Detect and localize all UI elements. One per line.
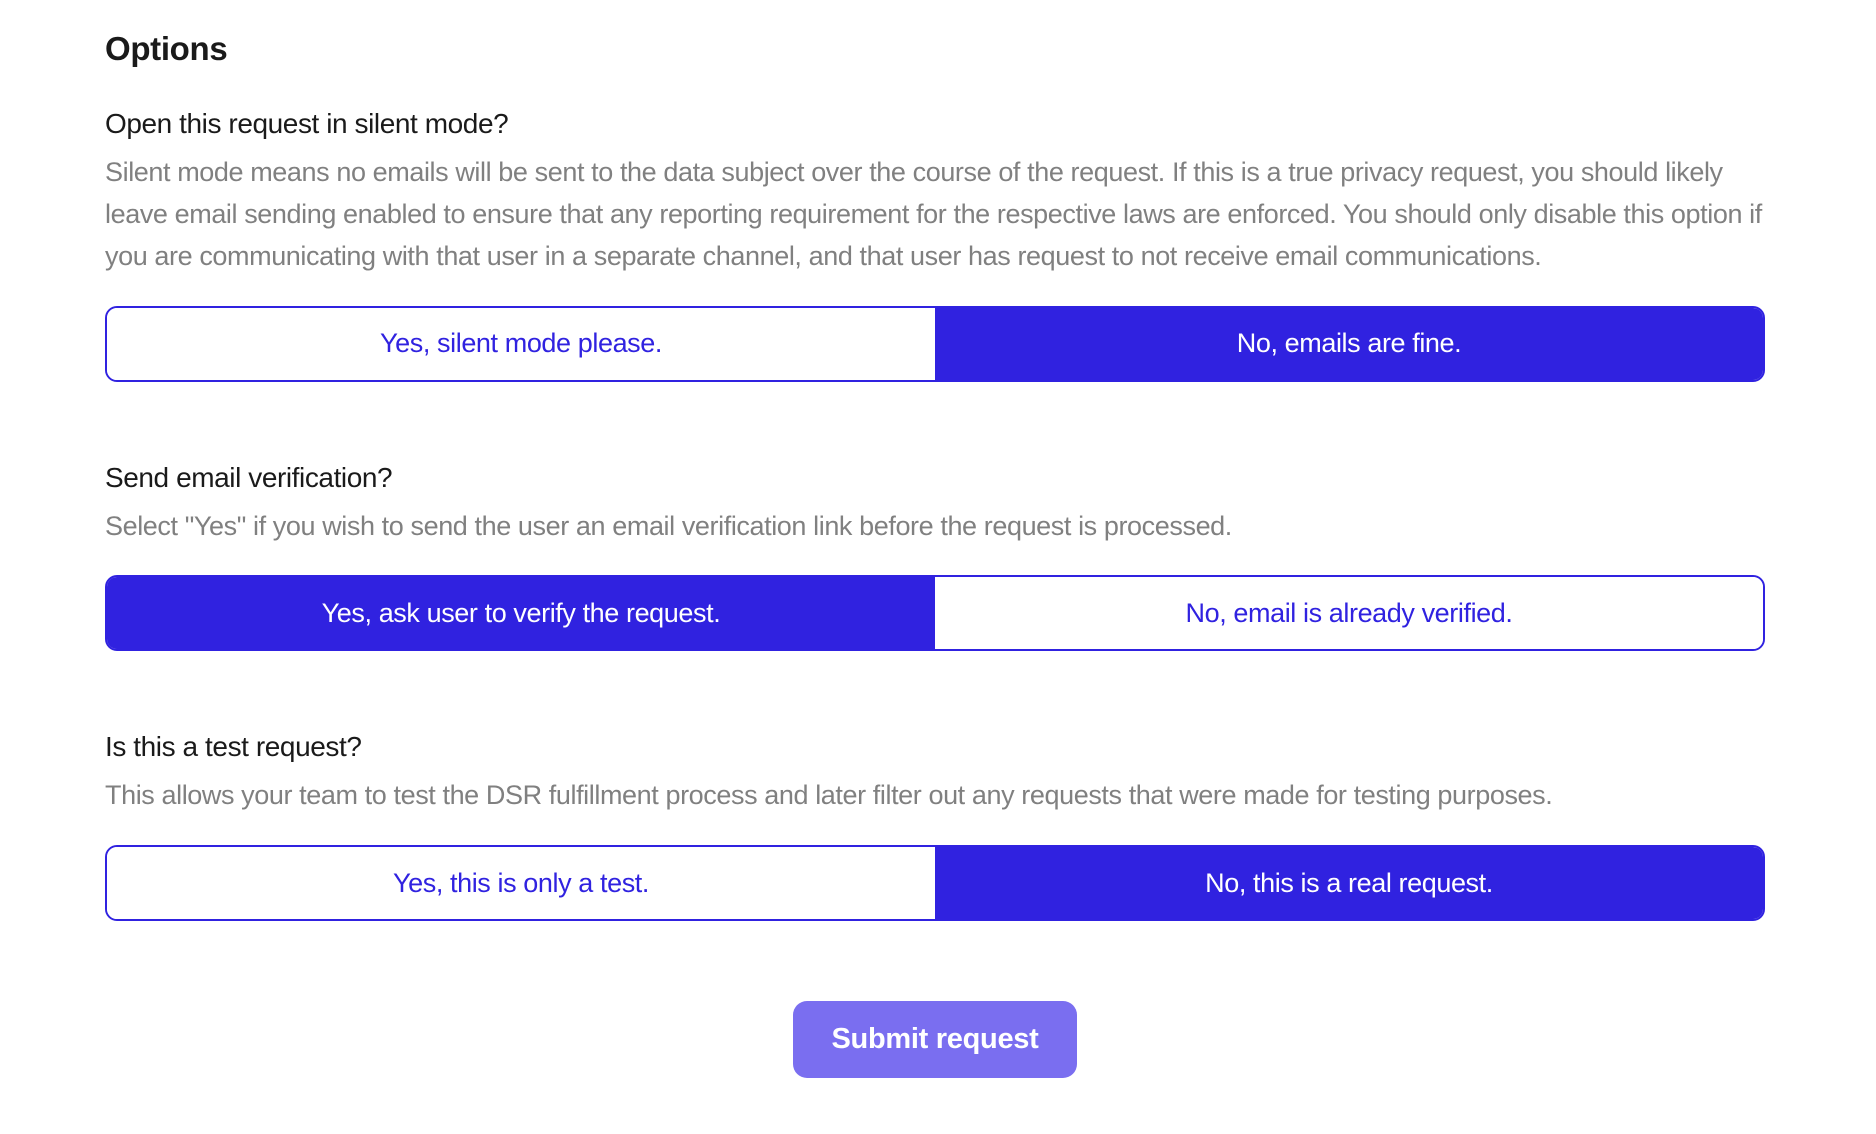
email-verification-no-button[interactable]: No, email is already verified. [935, 577, 1763, 649]
options-heading: Options [105, 30, 1765, 68]
option-email-verification: Send email verification? Select "Yes" if… [105, 462, 1765, 652]
test-request-question: Is this a test request? [105, 731, 1765, 763]
email-verification-question: Send email verification? [105, 462, 1765, 494]
test-request-toggle: Yes, this is only a test. No, this is a … [105, 845, 1765, 921]
silent-mode-toggle: Yes, silent mode please. No, emails are … [105, 306, 1765, 382]
silent-mode-question: Open this request in silent mode? [105, 108, 1765, 140]
test-request-yes-button[interactable]: Yes, this is only a test. [107, 847, 935, 919]
silent-mode-yes-button[interactable]: Yes, silent mode please. [107, 308, 935, 380]
email-verification-toggle: Yes, ask user to verify the request. No,… [105, 575, 1765, 651]
email-verification-yes-button[interactable]: Yes, ask user to verify the request. [107, 577, 935, 649]
option-test-request: Is this a test request? This allows your… [105, 731, 1765, 921]
option-silent-mode: Open this request in silent mode? Silent… [105, 108, 1765, 382]
test-request-no-button[interactable]: No, this is a real request. [935, 847, 1763, 919]
submit-request-button[interactable]: Submit request [793, 1001, 1076, 1078]
test-request-description: This allows your team to test the DSR fu… [105, 775, 1765, 817]
submit-row: Submit request [105, 1001, 1765, 1078]
silent-mode-description: Silent mode means no emails will be sent… [105, 152, 1765, 278]
silent-mode-no-button[interactable]: No, emails are fine. [935, 308, 1763, 380]
email-verification-description: Select "Yes" if you wish to send the use… [105, 506, 1765, 548]
